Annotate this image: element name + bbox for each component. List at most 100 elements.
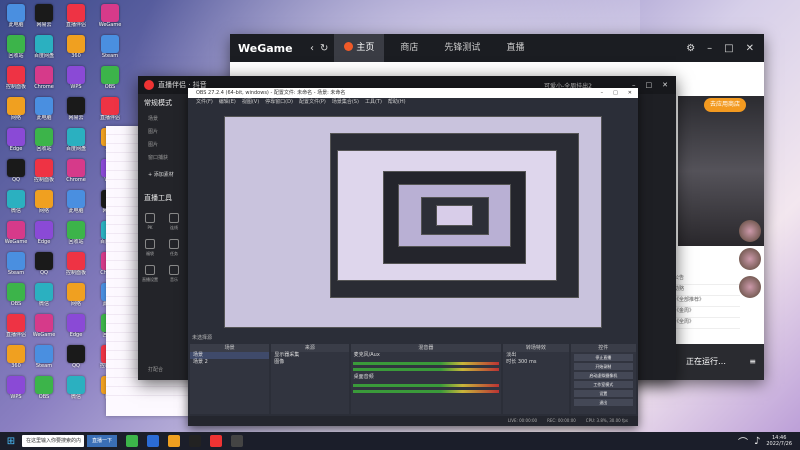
volume-meter[interactable] bbox=[352, 362, 500, 365]
minimize-icon[interactable]: – bbox=[601, 88, 604, 98]
tool-button[interactable]: 音乐 bbox=[165, 265, 183, 283]
taskbar-search-input[interactable]: 在这里输入你要搜索的内容 bbox=[22, 435, 84, 447]
desktop-shortcut[interactable]: OBS bbox=[96, 66, 124, 100]
menu-item[interactable]: 配置文件(P) bbox=[299, 98, 326, 107]
stop-stream-button[interactable]: 停止直播 bbox=[573, 354, 634, 361]
wegame-icon[interactable] bbox=[231, 435, 244, 447]
desktop-shortcut[interactable]: 回收站 bbox=[2, 35, 30, 69]
volume-meter[interactable] bbox=[352, 384, 500, 387]
source-item[interactable]: 图片 bbox=[138, 125, 190, 138]
desktop-shortcut[interactable]: Steam bbox=[2, 252, 30, 286]
stream-app-icon[interactable] bbox=[210, 435, 223, 447]
desktop-shortcut[interactable]: 控制面板 bbox=[62, 252, 90, 286]
desktop-shortcut[interactable]: 此电脑 bbox=[2, 4, 30, 38]
desktop-shortcut[interactable]: 直播伴侣 bbox=[2, 314, 30, 348]
menu-item[interactable]: 编辑(E) bbox=[219, 98, 236, 107]
virtual-camera-button[interactable]: 启动虚拟摄像机 bbox=[573, 372, 634, 379]
settings-button[interactable]: 设置 bbox=[573, 390, 634, 397]
obs-preview[interactable] bbox=[224, 116, 602, 328]
menu-item[interactable]: 文件(F) bbox=[196, 98, 213, 107]
list-item[interactable]: 助赂 bbox=[674, 285, 740, 296]
desktop-shortcut[interactable]: 回收站 bbox=[62, 221, 90, 255]
desktop-shortcut[interactable]: 网络 bbox=[62, 283, 90, 317]
source-item[interactable]: 显示器采集 bbox=[271, 352, 348, 359]
avatar[interactable] bbox=[739, 220, 761, 242]
desktop-shortcut[interactable]: QQ bbox=[30, 252, 58, 286]
menu-item[interactable]: 场景集合(S) bbox=[332, 98, 359, 107]
source-item[interactable]: 图像 bbox=[271, 359, 348, 366]
maximize-icon[interactable]: □ bbox=[613, 88, 618, 98]
add-source-button[interactable]: + 添加素材 bbox=[138, 168, 190, 181]
desktop-shortcut[interactable]: 网易云 bbox=[62, 97, 90, 131]
desktop-shortcut[interactable]: QQ bbox=[2, 159, 30, 193]
refresh-icon[interactable]: ↻ bbox=[320, 43, 328, 54]
windows-start-icon[interactable]: ⊞ bbox=[0, 436, 22, 447]
clock[interactable]: 14:46 2022/7/26 bbox=[766, 435, 792, 447]
avatar[interactable] bbox=[739, 248, 761, 270]
desktop-shortcut[interactable]: 网易云 bbox=[30, 4, 58, 38]
volume-meter[interactable] bbox=[352, 368, 500, 371]
desktop-shortcut[interactable]: WPS bbox=[2, 376, 30, 410]
network-icon[interactable]: ⌒ bbox=[738, 434, 748, 449]
transition-select[interactable]: 淡出 bbox=[503, 352, 568, 359]
volume-meter[interactable] bbox=[352, 390, 500, 393]
desktop-shortcut[interactable]: 微信 bbox=[2, 190, 30, 224]
folder-icon[interactable] bbox=[168, 435, 181, 447]
menu-item[interactable]: 视图(V) bbox=[242, 98, 259, 107]
scene-label[interactable]: 场景 bbox=[138, 112, 190, 125]
volume-icon[interactable]: ♪ bbox=[754, 436, 760, 447]
desktop-shortcut[interactable]: WPS bbox=[62, 66, 90, 100]
desktop-shortcut[interactable]: 此电脑 bbox=[62, 190, 90, 224]
menu-item[interactable]: 帮助(H) bbox=[388, 98, 406, 107]
desktop-shortcut[interactable]: 网络 bbox=[2, 97, 30, 131]
list-item[interactable]: 《金周》 bbox=[674, 307, 740, 318]
mode-selector[interactable]: 常规模式 bbox=[138, 94, 190, 112]
desktop-shortcut[interactable]: Chrome bbox=[62, 159, 90, 193]
desktop-shortcut[interactable]: 百度网盘 bbox=[30, 35, 58, 69]
taskbar-active-app[interactable]: 直播一下 bbox=[87, 435, 118, 447]
desktop-shortcut[interactable]: 微信 bbox=[30, 283, 58, 317]
desktop-shortcut[interactable]: 直播伴侣 bbox=[62, 4, 90, 38]
edge-icon[interactable] bbox=[147, 435, 160, 447]
start-recording-button[interactable]: 开始录制 bbox=[573, 363, 634, 370]
scene-item[interactable]: 场景 2 bbox=[190, 359, 269, 366]
duration-field[interactable]: 时长 300 ms bbox=[503, 359, 568, 366]
studio-mode-button[interactable]: 工作室模式 bbox=[573, 381, 634, 388]
list-item[interactable]: 公告 bbox=[674, 274, 740, 285]
menu-icon[interactable]: ≡ bbox=[749, 344, 756, 380]
desktop-shortcut[interactable]: 百度网盘 bbox=[62, 128, 90, 162]
list-item[interactable]: 《全部推荐》 bbox=[674, 296, 740, 307]
tool-button[interactable]: PK bbox=[141, 213, 159, 230]
desktop-shortcut[interactable]: 此电脑 bbox=[30, 97, 58, 131]
desktop-shortcut[interactable]: 360 bbox=[62, 35, 90, 69]
maximize-icon[interactable]: □ bbox=[724, 43, 733, 54]
desktop-shortcut[interactable]: Edge bbox=[2, 128, 30, 162]
gear-icon[interactable]: ⚙ bbox=[686, 43, 695, 54]
desktop-shortcut[interactable]: 微信 bbox=[62, 376, 90, 410]
desktop-shortcut[interactable]: Edge bbox=[30, 221, 58, 255]
desktop-shortcut[interactable]: QQ bbox=[62, 345, 90, 379]
maximize-icon[interactable]: □ bbox=[646, 81, 653, 89]
running-status[interactable]: 正在运行… ≡ bbox=[674, 344, 764, 380]
desktop-shortcut[interactable]: 网络 bbox=[30, 190, 58, 224]
tab-store[interactable]: 商店 bbox=[390, 34, 428, 62]
scene-item[interactable]: 场景 bbox=[190, 352, 270, 359]
avatar[interactable] bbox=[739, 276, 761, 298]
minimize-icon[interactable]: – bbox=[707, 43, 712, 54]
tab-home[interactable]: 主页 bbox=[334, 34, 385, 62]
desktop-shortcut[interactable]: WeGame bbox=[2, 221, 30, 255]
wechat-icon[interactable] bbox=[126, 435, 139, 447]
menu-item[interactable]: 工具(T) bbox=[365, 98, 382, 107]
close-icon[interactable]: ✕ bbox=[746, 43, 754, 54]
desktop-shortcut[interactable]: 360 bbox=[2, 345, 30, 379]
list-item[interactable]: 《全周》 bbox=[674, 318, 740, 329]
menu-item[interactable]: 停靠窗口(D) bbox=[265, 98, 293, 107]
tool-button[interactable]: 直播设置 bbox=[141, 265, 159, 283]
obs-icon[interactable] bbox=[189, 435, 202, 447]
desktop-shortcut[interactable]: OBS bbox=[2, 283, 30, 317]
desktop-shortcut[interactable]: 控制面板 bbox=[30, 159, 58, 193]
desktop-shortcut[interactable]: 回收站 bbox=[30, 128, 58, 162]
tool-button[interactable]: 任务 bbox=[165, 239, 183, 257]
desktop-shortcut[interactable]: OBS bbox=[30, 376, 58, 410]
desktop-shortcut[interactable]: Edge bbox=[62, 314, 90, 348]
